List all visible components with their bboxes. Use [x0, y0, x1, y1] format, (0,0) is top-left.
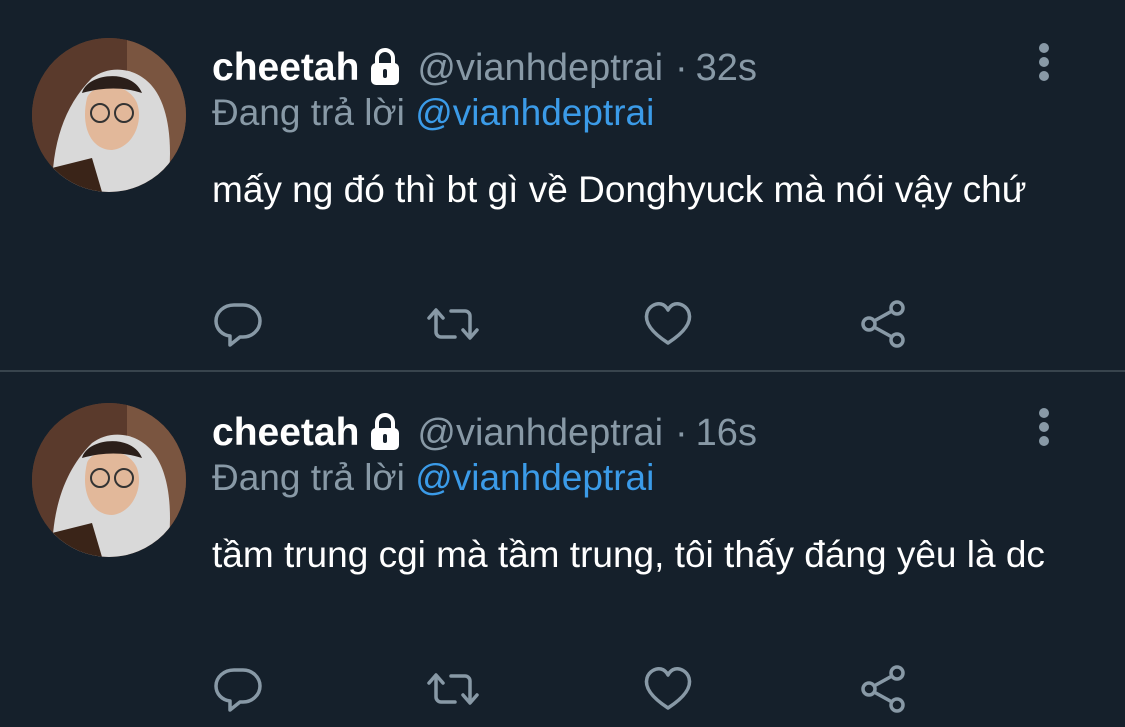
avatar[interactable] [32, 403, 186, 557]
separator-dot: · [675, 411, 688, 454]
display-name[interactable]: cheetah [212, 46, 359, 90]
replying-prefix: Đang trả lời [212, 457, 405, 498]
heart-icon[interactable] [640, 296, 696, 352]
share-icon[interactable] [855, 661, 911, 717]
tweet-text: mấy ng đó thì bt gì về Donghyuck mà nói … [212, 169, 1027, 210]
replying-prefix: Đang trả lời [212, 92, 405, 133]
heart-icon[interactable] [640, 661, 696, 717]
retweet-icon[interactable] [425, 296, 481, 352]
user-handle[interactable]: @vianhdeptrai [417, 412, 663, 455]
more-vertical-icon[interactable] [1026, 405, 1062, 451]
lock-icon [369, 413, 401, 453]
display-name[interactable]: cheetah [212, 411, 359, 455]
more-vertical-icon[interactable] [1026, 40, 1062, 86]
reply-icon[interactable] [210, 661, 266, 717]
replying-to: Đang trả lời @vianhdeptrai [212, 92, 654, 134]
timestamp[interactable]: 32s [696, 47, 757, 90]
tweet[interactable]: cheetah @vianhdeptrai · 16s Đang trả lời… [0, 365, 1125, 725]
share-icon[interactable] [855, 296, 911, 352]
user-handle[interactable]: @vianhdeptrai [417, 47, 663, 90]
separator-dot: · [675, 46, 688, 89]
replying-to-handle[interactable]: @vianhdeptrai [415, 92, 654, 133]
reply-icon[interactable] [210, 296, 266, 352]
retweet-icon[interactable] [425, 661, 481, 717]
replying-to-handle[interactable]: @vianhdeptrai [415, 457, 654, 498]
timestamp[interactable]: 16s [696, 412, 757, 455]
replying-to: Đang trả lời @vianhdeptrai [212, 457, 654, 499]
tweet-text: tầm trung cgi mà tầm trung, tôi thấy đán… [212, 534, 1045, 575]
lock-icon [369, 48, 401, 88]
tweet[interactable]: cheetah @vianhdeptrai · 32s Đang trả lời… [0, 0, 1125, 360]
avatar[interactable] [32, 38, 186, 192]
